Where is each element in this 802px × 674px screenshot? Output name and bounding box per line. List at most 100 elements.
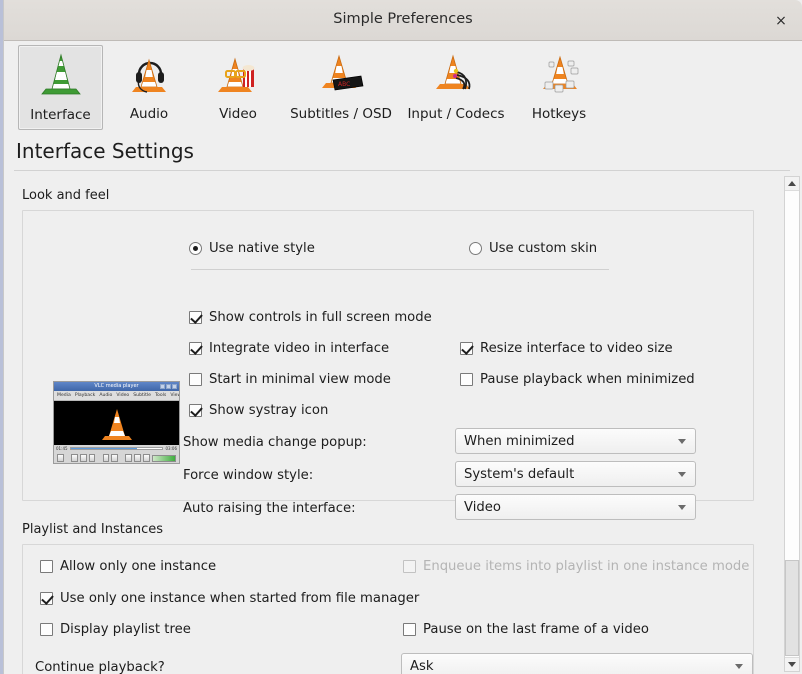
label-continue-playback: Continue playback? [35, 660, 165, 674]
preview-next-icon [88, 454, 96, 462]
scroll-down-icon[interactable] [785, 657, 799, 671]
scrollbar-thumb[interactable] [785, 560, 799, 656]
label-show-media-change-popup: Show media change popup: [183, 435, 367, 450]
combo-value: Ask [410, 658, 434, 674]
preview-random-icon [134, 454, 141, 462]
group-playlist-and-instances: Allow only one instance Enqueue items in… [22, 544, 754, 674]
preview-volume-slider [151, 454, 176, 462]
checkbox-label: Enqueue items into playlist in one insta… [423, 559, 750, 574]
chevron-down-icon [735, 664, 743, 669]
preview-extended-icon [111, 454, 119, 462]
chevron-down-icon [678, 472, 686, 477]
tab-audio[interactable]: Audio [114, 45, 184, 130]
triangle-up-icon [788, 181, 796, 186]
vlc-cone-subtitle-icon: ABC [317, 50, 365, 98]
group-title-look-and-feel: Look and feel [22, 188, 110, 203]
group-title-playlist-and-instances: Playlist and Instances [22, 522, 163, 537]
preview-window-buttons [160, 384, 177, 389]
checkbox-label: Display playlist tree [60, 622, 191, 637]
checkbox-start-minimal-view[interactable]: Start in minimal view mode [189, 372, 391, 387]
combo-force-window-style[interactable]: System's default [455, 461, 696, 487]
checkbox-label: Pause on the last frame of a video [423, 622, 649, 637]
tab-interface[interactable]: Interface [18, 45, 103, 130]
checkbox-indicator [189, 342, 202, 355]
checkbox-indicator [403, 623, 416, 636]
vertical-scrollbar[interactable] [784, 176, 800, 672]
page-title-divider [14, 170, 790, 171]
chevron-down-icon [678, 439, 686, 444]
preview-menu-item: Subtitle [133, 393, 151, 398]
preview-time-elapsed: 01:45 [56, 446, 68, 451]
checkbox-indicator [460, 373, 473, 386]
label-auto-raising-interface: Auto raising the interface: [183, 501, 356, 516]
preview-progress-slider [69, 447, 164, 450]
group-look-and-feel: Use native style Use custom skin VLC med… [22, 210, 754, 520]
tab-input-codecs[interactable]: Input / Codecs [404, 45, 508, 130]
settings-scroll-viewport: Look and feel Use native style Use custo… [4, 172, 802, 674]
checkbox-allow-only-one-instance[interactable]: Allow only one instance [40, 559, 216, 574]
preview-control-bar [54, 452, 179, 463]
preview-time-total: 03:06 [165, 446, 177, 451]
combo-value: Video [464, 499, 501, 515]
radio-use-native-style-label: Use native style [209, 241, 315, 256]
preview-playlist-icon [142, 454, 150, 462]
chevron-down-icon [678, 505, 686, 510]
preview-menu-item: Media [57, 393, 71, 398]
checkbox-label: Pause playback when minimized [480, 372, 695, 387]
preview-menubar: Media Playback Audio Video Subtitle Tool… [54, 391, 179, 401]
preview-menu-item: View [170, 393, 179, 398]
vlc-cone-glasses-icon [214, 50, 262, 98]
checkbox-label: Resize interface to video size [480, 341, 673, 356]
checkbox-display-playlist-tree[interactable]: Display playlist tree [40, 622, 191, 637]
preview-menu-item: Playback [74, 393, 96, 398]
radio-use-custom-skin[interactable]: Use custom skin [469, 241, 597, 256]
combo-show-media-change-popup[interactable]: When minimized [455, 428, 696, 454]
label-force-window-style: Force window style: [183, 468, 314, 483]
combo-auto-raising-interface[interactable]: Video [455, 494, 696, 520]
combo-value: System's default [464, 466, 575, 482]
preview-titlebar: VLC media player [54, 382, 179, 391]
checkbox-show-systray-icon[interactable]: Show systray icon [189, 403, 328, 418]
checkbox-label: Integrate video in interface [209, 341, 390, 356]
checkbox-indicator [189, 404, 202, 417]
vlc-media-player-preview: VLC media player Media Playback Audio Vi… [53, 381, 180, 464]
vlc-cone-green-icon [37, 51, 85, 99]
checkbox-label: Use only one instance when started from … [60, 591, 420, 606]
preview-menu-item: Audio [99, 393, 113, 398]
window-titlebar: Simple Preferences × [4, 0, 802, 41]
scroll-up-icon[interactable] [785, 177, 799, 191]
checkbox-pause-last-frame[interactable]: Pause on the last frame of a video [403, 622, 649, 637]
checkbox-indicator [40, 560, 53, 573]
checkbox-show-controls-fullscreen[interactable]: Show controls in full screen mode [189, 310, 432, 325]
preview-video-area [54, 401, 179, 445]
preview-menu-item: Tools [154, 393, 167, 398]
tab-video[interactable]: Video [203, 45, 273, 130]
checkbox-use-one-instance-file-manager[interactable]: Use only one instance when started from … [40, 591, 419, 606]
settings-scroll-content: Look and feel Use native style Use custo… [4, 172, 772, 674]
combo-continue-playback[interactable]: Ask [401, 653, 753, 674]
preview-vlc-cone-icon [102, 409, 132, 440]
simple-preferences-window: Simple Preferences × Interface Audio Vid… [0, 0, 802, 674]
preview-stop-icon [79, 454, 87, 462]
preview-fullscreen-icon [102, 454, 110, 462]
vlc-cone-cables-icon [432, 50, 480, 98]
tab-subtitles-osd[interactable]: ABC Subtitles / OSD [287, 45, 395, 130]
radio-use-native-style[interactable]: Use native style [189, 241, 315, 256]
checkbox-indicator [40, 623, 53, 636]
checkbox-label: Allow only one instance [60, 559, 217, 574]
close-icon[interactable]: × [770, 10, 792, 32]
checkbox-indicator [460, 342, 473, 355]
radio-use-custom-skin-label: Use custom skin [489, 241, 598, 256]
preview-loop-icon [125, 454, 133, 462]
checkbox-resize-interface[interactable]: Resize interface to video size [460, 341, 673, 356]
checkbox-pause-when-minimized[interactable]: Pause playback when minimized [460, 372, 695, 387]
page-title: Interface Settings [16, 139, 194, 163]
checkbox-label: Show controls in full screen mode [209, 310, 432, 325]
tab-interface-label: Interface [30, 107, 91, 123]
radio-indicator [189, 242, 202, 255]
checkbox-indicator [403, 560, 416, 573]
tab-hotkeys[interactable]: Hotkeys [519, 45, 599, 130]
checkbox-integrate-video[interactable]: Integrate video in interface [189, 341, 389, 356]
checkbox-enqueue-items: Enqueue items into playlist in one insta… [403, 559, 749, 574]
checkbox-indicator [189, 311, 202, 324]
